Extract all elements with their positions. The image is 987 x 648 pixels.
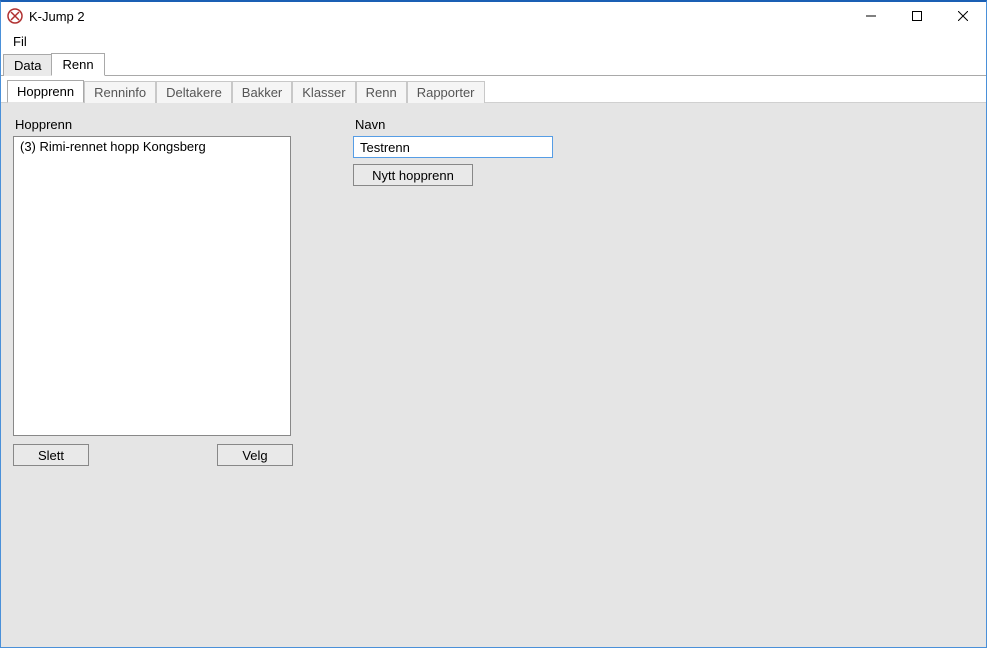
menu-file[interactable]: Fil	[5, 32, 35, 51]
subtab-rapporter[interactable]: Rapporter	[407, 81, 485, 103]
hopprenn-button-row: Slett Velg	[13, 444, 293, 466]
app-icon	[7, 8, 23, 24]
close-button[interactable]	[940, 2, 986, 30]
navn-panel: Navn Nytt hopprenn	[353, 117, 573, 186]
subtab-hopprenn[interactable]: Hopprenn	[7, 80, 84, 103]
hopprenn-panel: Hopprenn (3) Rimi-rennet hopp Kongsberg …	[13, 117, 293, 466]
new-hopprenn-button[interactable]: Nytt hopprenn	[353, 164, 473, 186]
navn-heading: Navn	[355, 117, 573, 132]
name-input[interactable]	[353, 136, 553, 158]
minimize-button[interactable]	[848, 2, 894, 30]
tab-data[interactable]: Data	[3, 54, 52, 76]
subtab-klasser[interactable]: Klasser	[292, 81, 355, 103]
subtab-renninfo[interactable]: Renninfo	[84, 81, 156, 103]
sub-tabs-area: Hopprenn Renninfo Deltakere Bakker Klass…	[1, 76, 986, 103]
subtab-bakker[interactable]: Bakker	[232, 81, 292, 103]
subtab-deltakere[interactable]: Deltakere	[156, 81, 232, 103]
sub-tabs: Hopprenn Renninfo Deltakere Bakker Klass…	[7, 79, 980, 102]
titlebar: K-Jump 2	[1, 2, 986, 30]
main-tabs: Data Renn	[1, 52, 986, 76]
window-title: K-Jump 2	[29, 9, 85, 24]
content-area: Hopprenn (3) Rimi-rennet hopp Kongsberg …	[1, 103, 986, 647]
tab-renn[interactable]: Renn	[51, 53, 104, 76]
hopprenn-listbox[interactable]: (3) Rimi-rennet hopp Kongsberg	[13, 136, 291, 436]
hopprenn-heading: Hopprenn	[15, 117, 293, 132]
delete-button[interactable]: Slett	[13, 444, 89, 466]
maximize-button[interactable]	[894, 2, 940, 30]
select-button[interactable]: Velg	[217, 444, 293, 466]
app-window: K-Jump 2 Fil Data Renn Hopprenn Renninfo…	[0, 0, 987, 648]
subtab-renn[interactable]: Renn	[356, 81, 407, 103]
menubar: Fil	[1, 30, 986, 52]
list-item[interactable]: (3) Rimi-rennet hopp Kongsberg	[14, 137, 290, 156]
